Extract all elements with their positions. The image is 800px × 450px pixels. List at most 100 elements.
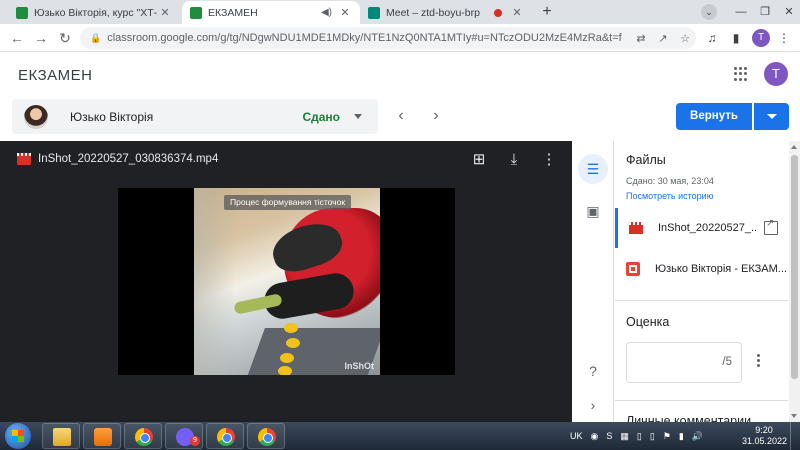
expand-chevron-icon[interactable]: › xyxy=(578,390,608,420)
browser-tab-course[interactable]: Юзько Вікторія, курс "ХТ-149" ✕ xyxy=(8,1,180,24)
taskbar-chrome-3[interactable] xyxy=(247,423,285,449)
download-icon[interactable]: ⤓ xyxy=(505,151,523,169)
apps-grid-icon[interactable] xyxy=(734,67,748,81)
side-panel-icon[interactable]: ▮ xyxy=(728,30,744,46)
lock-icon[interactable]: 🔒 xyxy=(90,33,101,44)
address-bar[interactable]: 🔒 classroom.google.com/g/tg/NDgwNDU1MDE1… xyxy=(80,27,696,49)
taskbar-explorer[interactable] xyxy=(42,423,80,449)
taskbar-viber[interactable]: 9 xyxy=(165,423,203,449)
student-name: Юзько Вікторія xyxy=(70,109,154,124)
side-rail: ☰ ▣ ? › xyxy=(572,141,614,422)
window-close-icon[interactable]: ✕ xyxy=(778,2,800,22)
translate-icon[interactable]: ⇄ xyxy=(630,32,652,45)
taskbar-chrome-2[interactable] xyxy=(206,423,244,449)
divider xyxy=(615,400,788,401)
viewer-file-name: InShot_20220527_030836374.mp4 xyxy=(38,153,219,165)
reload-icon[interactable]: ↻ xyxy=(56,29,74,47)
grade-max: /5 xyxy=(722,356,732,368)
viewer-header: InShot_20220527_030836374.mp4 ⊞ ⤓ ⋮ xyxy=(0,141,572,179)
video-file-icon xyxy=(17,153,31,165)
chevron-down-icon[interactable] xyxy=(354,114,362,119)
grade-more-icon[interactable] xyxy=(757,354,761,369)
video-file-icon xyxy=(629,222,643,234)
back-arrow-icon[interactable]: ← xyxy=(8,29,26,47)
forward-arrow-icon[interactable]: → xyxy=(32,29,50,47)
minimize-icon[interactable]: — xyxy=(730,2,752,22)
browser-tab-meet[interactable]: Meet – ztd-boyu-brp ✕ xyxy=(360,1,532,24)
add-comment-icon[interactable]: ⊞ xyxy=(470,151,488,169)
scroll-up-icon[interactable] xyxy=(791,145,797,149)
video-frame-image: Процес формування тісточок InShOt xyxy=(194,188,380,375)
restore-icon[interactable]: ❐ xyxy=(754,2,776,22)
return-options-chevron-icon[interactable] xyxy=(754,103,789,130)
video-watermark: InShOt xyxy=(344,361,375,371)
comments-icon[interactable]: ▣ xyxy=(578,196,608,226)
clock[interactable]: 9:20 31.05.2022 xyxy=(742,425,787,447)
viber-tray-icon[interactable]: ◉ xyxy=(591,431,599,442)
show-desktop-button[interactable] xyxy=(790,422,800,450)
chrome-icon xyxy=(135,428,153,446)
battery-icon[interactable]: ▯ xyxy=(637,431,642,442)
file-name: Юзько Вікторія - ЕКЗАМ... xyxy=(655,263,787,275)
tab-title: Юзько Вікторія, курс "ХТ-149" xyxy=(34,6,158,19)
network-icon[interactable]: ▦ xyxy=(620,431,629,442)
account-avatar[interactable]: T xyxy=(764,62,788,86)
classroom-favicon-icon xyxy=(190,6,202,19)
language-indicator[interactable]: UK xyxy=(570,431,583,441)
signal-icon[interactable]: ▮ xyxy=(679,431,684,442)
browser-tab-strip: Юзько Вікторія, курс "ХТ-149" ✕ ЕКЗАМЕН … xyxy=(0,0,800,24)
help-icon[interactable]: ? xyxy=(578,356,608,386)
file-name: InShot_20220527_... xyxy=(658,222,756,234)
taskbar-chrome[interactable] xyxy=(124,423,162,449)
grade-heading: Оценка xyxy=(626,315,670,329)
open-external-icon[interactable] xyxy=(764,218,778,235)
browser-menu-icon[interactable]: ⋮ xyxy=(776,30,792,46)
next-student-icon[interactable]: › xyxy=(427,106,445,126)
taskbar-media-player[interactable] xyxy=(83,423,121,449)
tray-app-icon[interactable]: ▯ xyxy=(650,431,655,442)
start-button[interactable] xyxy=(5,423,31,449)
system-tray: UK ◉ S ▦ ▯ ▯ ⚑ ▮ 🔊 xyxy=(570,422,711,450)
previous-student-icon[interactable]: ‹ xyxy=(392,106,410,126)
tab-title: Meet – ztd-boyu-brp xyxy=(386,6,480,19)
file-viewer: InShot_20220527_030836374.mp4 ⊞ ⤓ ⋮ Проц… xyxy=(0,141,572,422)
student-selector[interactable]: Юзько Вікторія Сдано xyxy=(12,99,378,134)
divider xyxy=(615,300,788,301)
bookmark-star-icon[interactable]: ☆ xyxy=(674,32,696,45)
return-button[interactable]: Вернуть xyxy=(676,103,752,130)
form-file-icon xyxy=(626,262,640,276)
folder-icon xyxy=(53,428,71,446)
media-control-icon[interactable]: ♫ xyxy=(704,30,720,46)
file-item-form[interactable]: Юзько Вікторія - ЕКЗАМ... xyxy=(615,249,788,289)
tab-close-icon[interactable]: ✕ xyxy=(338,6,352,19)
scrollbar-thumb[interactable] xyxy=(791,155,798,379)
submitted-timestamp: Сдано: 30 мая, 23:04 xyxy=(626,176,714,186)
file-item-video[interactable]: InShot_20220527_... xyxy=(615,208,788,248)
windows-taskbar: 9 UK ◉ S ▦ ▯ ▯ ⚑ ▮ 🔊 9:20 31.05.2022 xyxy=(0,422,800,450)
tab-search-icon[interactable]: ⌄ xyxy=(701,4,717,20)
new-tab-button[interactable]: + xyxy=(538,3,556,21)
private-comments-heading: Личные комментарии xyxy=(626,414,752,422)
flag-icon[interactable]: ⚑ xyxy=(663,431,671,442)
browser-profile-avatar[interactable]: T xyxy=(752,29,770,47)
browser-tab-exam[interactable]: ЕКЗАМЕН ◀) ✕ xyxy=(182,1,360,24)
share-icon[interactable]: ↗ xyxy=(652,32,674,45)
tab-close-icon[interactable]: ✕ xyxy=(158,6,172,19)
audio-playing-icon[interactable]: ◀) xyxy=(321,7,332,18)
files-heading: Файлы xyxy=(626,153,666,167)
volume-icon[interactable]: 🔊 xyxy=(692,431,703,442)
view-history-link[interactable]: Посмотреть историю xyxy=(626,191,713,201)
classroom-header: ЕКЗАМЕН T xyxy=(0,52,800,100)
classroom-favicon-icon xyxy=(16,6,28,19)
meet-favicon-icon xyxy=(368,6,380,19)
video-player[interactable]: Процес формування тісточок InShOt xyxy=(118,188,455,375)
skype-tray-icon[interactable]: S xyxy=(606,431,612,441)
tab-close-icon[interactable]: ✕ xyxy=(510,6,524,19)
url-text[interactable]: classroom.google.com/g/tg/NDgwNDU1MDE1MD… xyxy=(107,32,630,44)
panel-scrollbar[interactable] xyxy=(789,141,800,422)
scroll-down-icon[interactable] xyxy=(791,414,797,418)
files-details-icon[interactable]: ☰ xyxy=(578,154,608,184)
grade-input[interactable]: /5 xyxy=(626,342,742,383)
more-options-icon[interactable]: ⋮ xyxy=(540,151,558,169)
student-avatar xyxy=(24,104,48,129)
